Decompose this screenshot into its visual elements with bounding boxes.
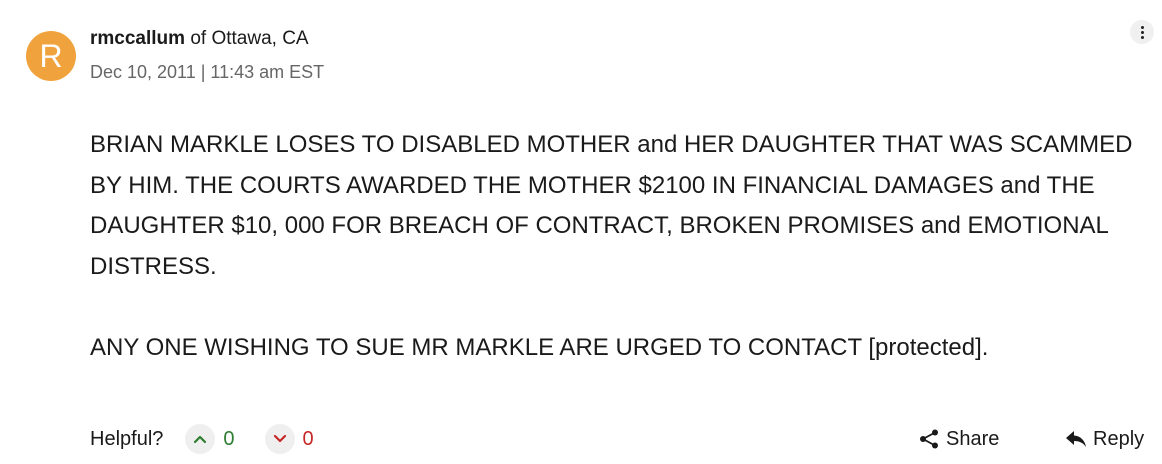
review-body: BRIAN MARKLE LOSES TO DISABLED MOTHER an… (90, 125, 1140, 368)
author-name[interactable]: rmccallum (90, 28, 185, 49)
upvote-count: 0 (223, 427, 235, 450)
share-icon (920, 429, 938, 449)
helpful-label: Helpful? (90, 427, 164, 450)
downvote-count: 0 (302, 427, 314, 450)
share-label: Share (946, 427, 1000, 450)
vertical-ellipsis-icon (1140, 25, 1144, 29)
avatar: R (26, 31, 76, 81)
review-date: Dec 10, 2011 | 11:43 am EST (90, 62, 325, 82)
downvote-button[interactable]: 0 (264, 424, 314, 454)
reply-button[interactable]: Reply (1065, 424, 1144, 454)
review-paragraph-1: BRIAN MARKLE LOSES TO DISABLED MOTHER an… (90, 131, 1133, 280)
reply-arrow-icon (1066, 431, 1086, 447)
author-location: of Ottawa, CA (185, 28, 309, 49)
chevron-up-icon (185, 424, 216, 454)
reply-label: Reply (1093, 427, 1145, 450)
author-line: rmccallum of Ottawa, CA (90, 28, 309, 50)
chevron-down-icon (264, 424, 295, 454)
upvote-button[interactable]: 0 (185, 424, 235, 454)
more-options-button[interactable] (1130, 20, 1154, 44)
review-footer: Helpful? 0 0 (90, 424, 314, 454)
share-button[interactable]: Share (918, 424, 999, 454)
review-paragraph-2: ANY ONE WISHING TO SUE MR MARKLE ARE URG… (90, 333, 989, 361)
